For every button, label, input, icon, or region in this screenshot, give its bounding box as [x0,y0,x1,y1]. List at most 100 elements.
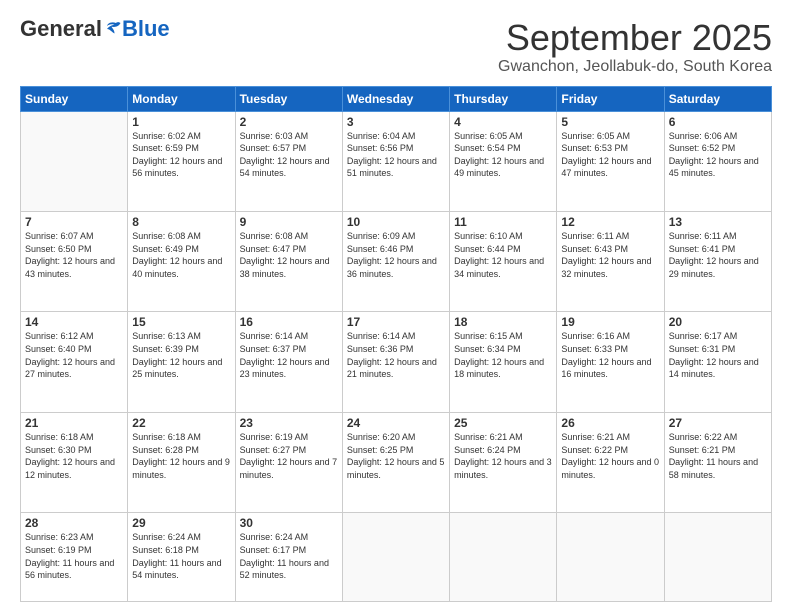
day-number: 1 [132,115,230,129]
day-number: 9 [240,215,338,229]
calendar-cell [450,513,557,602]
calendar-cell: 19Sunrise: 6:16 AM Sunset: 6:33 PM Dayli… [557,312,664,412]
day-info: Sunrise: 6:13 AM Sunset: 6:39 PM Dayligh… [132,330,230,380]
calendar-cell: 10Sunrise: 6:09 AM Sunset: 6:46 PM Dayli… [342,212,449,312]
calendar-cell: 21Sunrise: 6:18 AM Sunset: 6:30 PM Dayli… [21,412,128,512]
header-wednesday: Wednesday [342,86,449,111]
calendar-cell: 28Sunrise: 6:23 AM Sunset: 6:19 PM Dayli… [21,513,128,602]
calendar-cell: 9Sunrise: 6:08 AM Sunset: 6:47 PM Daylig… [235,212,342,312]
calendar-cell [21,111,128,211]
day-number: 11 [454,215,552,229]
day-info: Sunrise: 6:24 AM Sunset: 6:17 PM Dayligh… [240,531,338,581]
day-info: Sunrise: 6:19 AM Sunset: 6:27 PM Dayligh… [240,431,338,481]
week-row-3: 14Sunrise: 6:12 AM Sunset: 6:40 PM Dayli… [21,312,772,412]
calendar-cell: 5Sunrise: 6:05 AM Sunset: 6:53 PM Daylig… [557,111,664,211]
logo-blue: Blue [122,18,170,40]
day-info: Sunrise: 6:05 AM Sunset: 6:53 PM Dayligh… [561,130,659,180]
day-number: 2 [240,115,338,129]
week-row-5: 28Sunrise: 6:23 AM Sunset: 6:19 PM Dayli… [21,513,772,602]
week-row-1: 1Sunrise: 6:02 AM Sunset: 6:59 PM Daylig… [21,111,772,211]
day-info: Sunrise: 6:11 AM Sunset: 6:41 PM Dayligh… [669,230,767,280]
day-info: Sunrise: 6:04 AM Sunset: 6:56 PM Dayligh… [347,130,445,180]
day-number: 13 [669,215,767,229]
day-number: 18 [454,315,552,329]
calendar-cell: 13Sunrise: 6:11 AM Sunset: 6:41 PM Dayli… [664,212,771,312]
day-number: 16 [240,315,338,329]
day-number: 20 [669,315,767,329]
day-info: Sunrise: 6:08 AM Sunset: 6:47 PM Dayligh… [240,230,338,280]
location-title: Gwanchon, Jeollabuk-do, South Korea [498,58,772,76]
month-title: September 2025 [498,18,772,58]
day-info: Sunrise: 6:14 AM Sunset: 6:36 PM Dayligh… [347,330,445,380]
day-number: 4 [454,115,552,129]
day-number: 17 [347,315,445,329]
weekday-header-row: Sunday Monday Tuesday Wednesday Thursday… [21,86,772,111]
logo: General Blue [20,18,170,40]
day-number: 14 [25,315,123,329]
logo-general: General [20,18,102,40]
day-number: 26 [561,416,659,430]
day-info: Sunrise: 6:15 AM Sunset: 6:34 PM Dayligh… [454,330,552,380]
calendar-cell: 16Sunrise: 6:14 AM Sunset: 6:37 PM Dayli… [235,312,342,412]
day-number: 22 [132,416,230,430]
title-block: September 2025 Gwanchon, Jeollabuk-do, S… [498,18,772,76]
day-info: Sunrise: 6:14 AM Sunset: 6:37 PM Dayligh… [240,330,338,380]
day-info: Sunrise: 6:20 AM Sunset: 6:25 PM Dayligh… [347,431,445,481]
calendar-cell: 3Sunrise: 6:04 AM Sunset: 6:56 PM Daylig… [342,111,449,211]
day-info: Sunrise: 6:21 AM Sunset: 6:24 PM Dayligh… [454,431,552,481]
logo-bird-icon [104,20,122,38]
day-info: Sunrise: 6:18 AM Sunset: 6:28 PM Dayligh… [132,431,230,481]
day-info: Sunrise: 6:09 AM Sunset: 6:46 PM Dayligh… [347,230,445,280]
day-info: Sunrise: 6:06 AM Sunset: 6:52 PM Dayligh… [669,130,767,180]
calendar-cell: 20Sunrise: 6:17 AM Sunset: 6:31 PM Dayli… [664,312,771,412]
calendar-cell: 24Sunrise: 6:20 AM Sunset: 6:25 PM Dayli… [342,412,449,512]
day-info: Sunrise: 6:16 AM Sunset: 6:33 PM Dayligh… [561,330,659,380]
calendar-cell [664,513,771,602]
day-number: 23 [240,416,338,430]
calendar-cell: 6Sunrise: 6:06 AM Sunset: 6:52 PM Daylig… [664,111,771,211]
calendar-cell: 8Sunrise: 6:08 AM Sunset: 6:49 PM Daylig… [128,212,235,312]
day-info: Sunrise: 6:10 AM Sunset: 6:44 PM Dayligh… [454,230,552,280]
day-number: 10 [347,215,445,229]
calendar-cell: 29Sunrise: 6:24 AM Sunset: 6:18 PM Dayli… [128,513,235,602]
calendar-cell: 15Sunrise: 6:13 AM Sunset: 6:39 PM Dayli… [128,312,235,412]
calendar-cell: 17Sunrise: 6:14 AM Sunset: 6:36 PM Dayli… [342,312,449,412]
calendar-cell: 12Sunrise: 6:11 AM Sunset: 6:43 PM Dayli… [557,212,664,312]
calendar-cell: 2Sunrise: 6:03 AM Sunset: 6:57 PM Daylig… [235,111,342,211]
calendar-cell: 14Sunrise: 6:12 AM Sunset: 6:40 PM Dayli… [21,312,128,412]
day-number: 12 [561,215,659,229]
day-number: 5 [561,115,659,129]
calendar-cell: 22Sunrise: 6:18 AM Sunset: 6:28 PM Dayli… [128,412,235,512]
day-number: 3 [347,115,445,129]
day-info: Sunrise: 6:21 AM Sunset: 6:22 PM Dayligh… [561,431,659,481]
calendar-cell: 27Sunrise: 6:22 AM Sunset: 6:21 PM Dayli… [664,412,771,512]
day-number: 27 [669,416,767,430]
page-header: General Blue September 2025 Gwanchon, Je… [20,18,772,76]
day-number: 25 [454,416,552,430]
day-number: 30 [240,516,338,530]
calendar-cell: 11Sunrise: 6:10 AM Sunset: 6:44 PM Dayli… [450,212,557,312]
calendar-cell: 30Sunrise: 6:24 AM Sunset: 6:17 PM Dayli… [235,513,342,602]
day-number: 6 [669,115,767,129]
day-number: 29 [132,516,230,530]
day-number: 15 [132,315,230,329]
day-number: 24 [347,416,445,430]
header-sunday: Sunday [21,86,128,111]
calendar-cell [557,513,664,602]
calendar-cell: 1Sunrise: 6:02 AM Sunset: 6:59 PM Daylig… [128,111,235,211]
header-monday: Monday [128,86,235,111]
calendar-table: Sunday Monday Tuesday Wednesday Thursday… [20,86,772,602]
day-info: Sunrise: 6:18 AM Sunset: 6:30 PM Dayligh… [25,431,123,481]
calendar-cell: 4Sunrise: 6:05 AM Sunset: 6:54 PM Daylig… [450,111,557,211]
header-saturday: Saturday [664,86,771,111]
day-number: 8 [132,215,230,229]
calendar-cell: 18Sunrise: 6:15 AM Sunset: 6:34 PM Dayli… [450,312,557,412]
day-info: Sunrise: 6:11 AM Sunset: 6:43 PM Dayligh… [561,230,659,280]
day-info: Sunrise: 6:02 AM Sunset: 6:59 PM Dayligh… [132,130,230,180]
header-thursday: Thursday [450,86,557,111]
day-info: Sunrise: 6:17 AM Sunset: 6:31 PM Dayligh… [669,330,767,380]
week-row-4: 21Sunrise: 6:18 AM Sunset: 6:30 PM Dayli… [21,412,772,512]
calendar-cell: 26Sunrise: 6:21 AM Sunset: 6:22 PM Dayli… [557,412,664,512]
day-number: 21 [25,416,123,430]
header-tuesday: Tuesday [235,86,342,111]
